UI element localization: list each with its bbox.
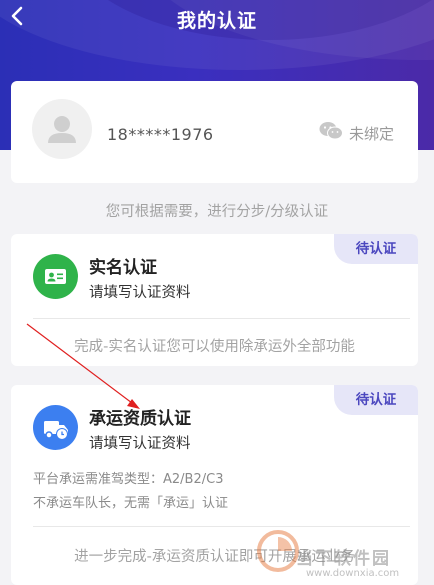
status-badge: 待认证 xyxy=(334,385,418,415)
card-title: 实名认证 xyxy=(89,258,157,278)
certification-hint: 您可根据需要，进行分步/分级认证 xyxy=(105,204,329,220)
watermark-url: www.downxia.com xyxy=(306,568,400,579)
wechat-icon xyxy=(319,122,343,140)
watermark-text: 当下软件园 xyxy=(296,549,391,569)
wechat-bind-status[interactable]: 未绑定 xyxy=(349,123,394,144)
top-bar: 我的认证 xyxy=(0,0,434,38)
card-title: 承运资质认证 xyxy=(89,409,191,429)
truck-icon xyxy=(33,405,78,450)
avatar[interactable] xyxy=(32,99,92,159)
card-footer: 完成-实名认证您可以使用除承运外全部功能 xyxy=(74,339,355,355)
status-badge: 待认证 xyxy=(334,234,418,264)
phone-number: 18*****1976 xyxy=(107,125,214,144)
profile-card[interactable]: 18*****1976 未绑定 xyxy=(11,81,418,183)
id-card-icon xyxy=(33,254,78,299)
user-placeholder-icon xyxy=(48,116,76,143)
card-subtitle: 请填写认证资料 xyxy=(89,436,191,452)
page-title: 我的认证 xyxy=(176,10,257,32)
card-description: 不承运车队长，无需「承运」认证 xyxy=(33,496,229,511)
card-subtitle: 请填写认证资料 xyxy=(89,285,191,301)
card-description: 平台承运需准驾类型：A2/B2/C3 xyxy=(33,472,224,487)
real-name-cert-card[interactable]: 待认证 实名认证 请填写认证资料 完成-实名认证您可以使用除承运外全部功能 xyxy=(11,234,418,366)
divider xyxy=(33,318,410,319)
